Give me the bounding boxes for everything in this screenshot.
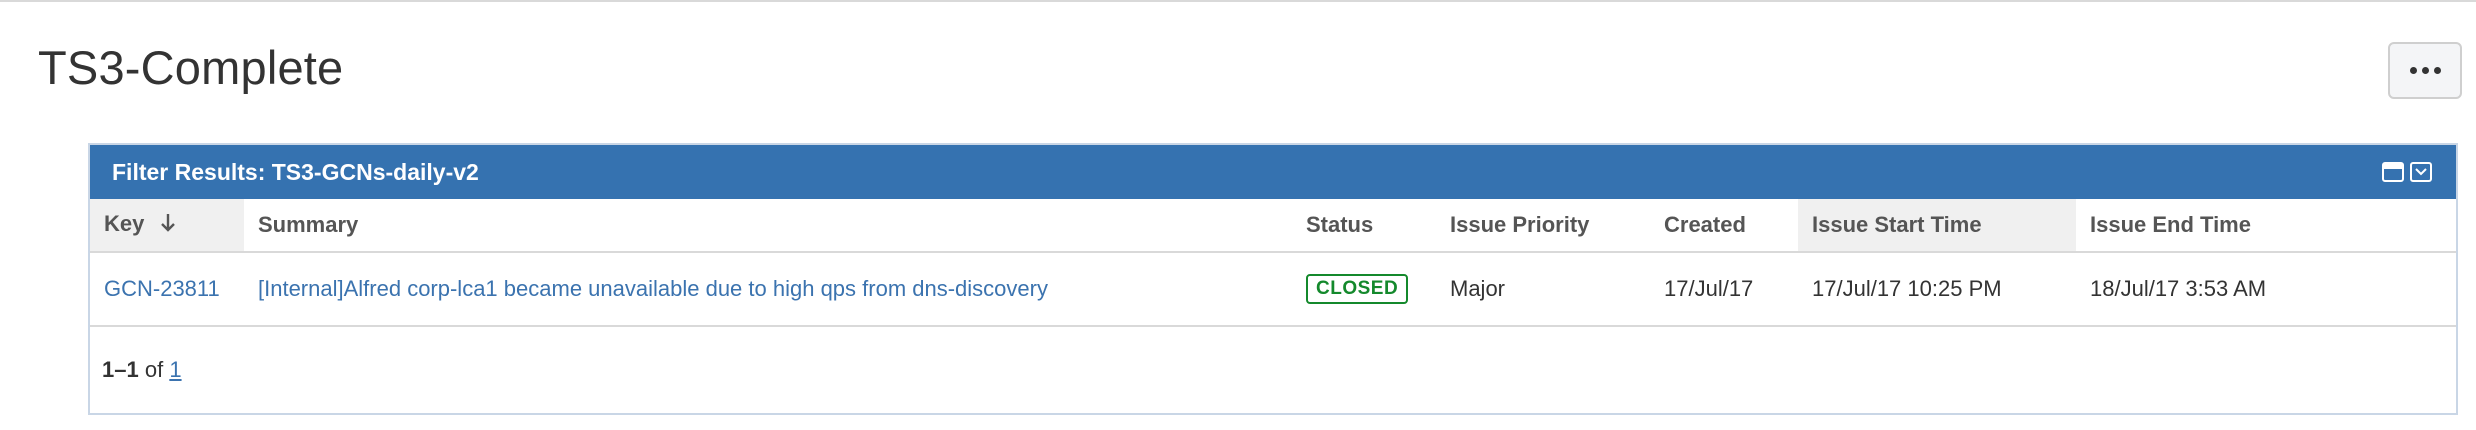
column-header-summary[interactable]: Summary [244,199,1292,253]
ellipsis-icon [2409,67,2441,74]
gadget-menu-icon[interactable] [2410,162,2432,182]
column-header-issue-end-time[interactable]: Issue End Time [2076,199,2456,253]
priority-cell: Major [1436,252,1650,327]
more-actions-button[interactable] [2388,42,2462,99]
column-header-key[interactable]: Key [90,199,244,253]
table-row: GCN-23811 [Internal]Alfred corp-lca1 bec… [90,252,2456,327]
top-divider [0,0,2476,2]
column-header-label: Issue Start Time [1812,212,1982,237]
column-header-issue-priority[interactable]: Issue Priority [1436,199,1650,253]
table-header-row: Key Summary Status Issue Priority Create… [90,199,2456,253]
pagination: 1–1 of 1 [102,357,182,383]
maximize-icon[interactable] [2382,162,2404,182]
status-cell: CLOSED [1292,252,1436,327]
created-cell: 17/Jul/17 [1650,252,1798,327]
pagination-total-link[interactable]: 1 [169,357,181,382]
page-title: TS3-Complete [38,41,344,94]
arrow-down-icon [160,213,176,239]
results-table: Key Summary Status Issue Priority Create… [90,199,2456,327]
column-header-label: Status [1306,212,1374,237]
issue-key-link[interactable]: GCN-23811 [104,276,220,301]
gadget-header: Filter Results: TS3-GCNs-daily-v2 [90,145,2456,199]
column-header-label: Summary [258,212,359,237]
column-header-label: Key [104,211,145,237]
end-time-cell: 18/Jul/17 3:53 AM [2076,252,2456,327]
issue-key-cell: GCN-23811 [90,252,244,327]
pagination-of: of [144,357,164,382]
column-header-status[interactable]: Status [1292,199,1436,253]
column-header-issue-start-time[interactable]: Issue Start Time [1798,199,2076,253]
gadget-title: Filter Results: TS3-GCNs-daily-v2 [112,159,479,185]
column-header-label: Issue Priority [1450,212,1590,237]
column-header-label: Created [1664,212,1746,237]
column-header-created[interactable]: Created [1650,199,1798,253]
gadget-controls [2382,162,2432,182]
summary-cell: [Internal]Alfred corp-lca1 became unavai… [244,252,1292,327]
status-badge: CLOSED [1306,274,1409,304]
start-time-cell: 17/Jul/17 10:25 PM [1798,252,2076,327]
issue-summary-link[interactable]: [Internal]Alfred corp-lca1 became unavai… [258,276,1048,301]
pagination-range: 1–1 [102,357,139,382]
filter-results-gadget: Filter Results: TS3-GCNs-daily-v2 Key Su… [88,143,2458,415]
column-header-label: Issue End Time [2090,212,2251,237]
